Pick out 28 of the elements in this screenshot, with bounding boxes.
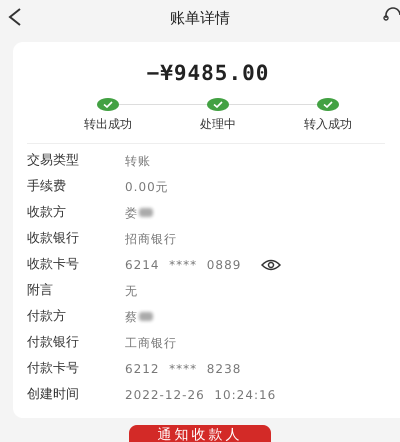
step-label: 转入成功 [304, 116, 352, 132]
notify-payee-button[interactable]: 通知收款人 [129, 424, 271, 442]
detail-label: 交易类型 [27, 152, 80, 170]
detail-value: 蔡 [125, 308, 138, 326]
page-title: 账单详情 [170, 8, 230, 29]
detail-value: 招商银行 [125, 230, 177, 248]
detail-label: 付款银行 [27, 334, 80, 352]
detail-value: 娄 [125, 204, 138, 222]
detail-label: 收款方 [27, 204, 67, 222]
detail-label: 附言 [27, 282, 54, 300]
step-label: 处理中 [200, 116, 236, 132]
detail-value: 0.00元 [125, 178, 169, 196]
step-label: 转出成功 [84, 116, 132, 132]
detail-value: 无 [125, 282, 138, 300]
back-icon[interactable] [8, 8, 22, 26]
amount-text: −¥9485.00 [146, 60, 270, 87]
eye-icon[interactable] [261, 258, 282, 270]
detail-value: 6212 **** 8238 [125, 360, 242, 378]
detail-label: 创建时间 [27, 386, 80, 404]
detail-label: 收款银行 [27, 230, 80, 248]
detail-value: 工商银行 [125, 334, 177, 352]
detail-value: 6214 **** 0889 [125, 256, 242, 274]
detail-label: 收款卡号 [27, 256, 80, 274]
detail-label: 付款卡号 [27, 360, 80, 378]
detail-value: 2022-12-26 10:24:16 [125, 386, 276, 404]
detail-value: 转账 [125, 152, 151, 170]
detail-label: 手续费 [27, 178, 67, 196]
detail-label: 付款方 [27, 308, 67, 326]
